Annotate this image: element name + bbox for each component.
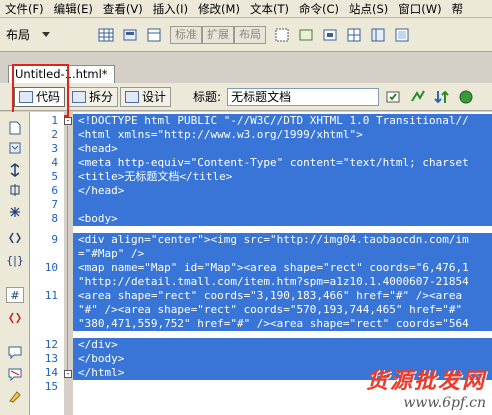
line-number: 13: [44, 352, 58, 365]
grid-icon[interactable]: [345, 26, 363, 44]
design-view-icon: [125, 90, 140, 103]
code-line: </body>: [73, 352, 492, 366]
expand-all-icon[interactable]: [6, 204, 24, 220]
title-label: 标题:: [193, 90, 222, 104]
line-number: 6: [51, 184, 58, 197]
code-line: <html xmlns="http://www.w3.org/1999/xhtm…: [73, 128, 492, 142]
show-code-navigator-icon[interactable]: [6, 140, 24, 156]
layout-toolbar: 布局 标准 扩展 布局: [0, 18, 492, 52]
code-line: <area shape="rect" coords="3,190,183,466…: [73, 289, 492, 303]
select-parent-tag-icon[interactable]: [6, 230, 24, 246]
code-line: </div>: [73, 338, 492, 352]
line-number: 15: [44, 380, 58, 393]
document-tab[interactable]: Untitled-1.html*: [8, 65, 115, 83]
code-line: </head>: [73, 184, 492, 198]
line-number: 8: [51, 212, 58, 225]
code-line: <body>: [73, 212, 492, 226]
code-line: "#" /><area shape="rect" coords="570,193…: [73, 303, 492, 317]
menu-site[interactable]: 站点(S): [344, 0, 393, 18]
line-number: 2: [51, 128, 58, 141]
draw-cell-icon[interactable]: [321, 26, 339, 44]
frame-icon[interactable]: [273, 26, 291, 44]
line-number: 9: [51, 233, 58, 246]
line-number: 1: [51, 114, 58, 127]
code-line: <div align="center"><img src="http://img…: [73, 233, 492, 247]
draw-table-icon[interactable]: [297, 26, 315, 44]
browser-check-icon[interactable]: [385, 88, 403, 106]
chevron-down-icon[interactable]: [37, 26, 55, 44]
globe-icon[interactable]: [457, 88, 475, 106]
split-view-button[interactable]: 拆分: [67, 86, 119, 107]
standard-view-button[interactable]: 标准: [170, 25, 203, 44]
balance-braces-icon[interactable]: {|}: [6, 252, 24, 268]
document-toolbar: 代码 拆分 设计 标题:: [0, 83, 492, 111]
line-number-gutter: 1 2 3 4 5 6 7 8 9 10 11 12 13 14 15: [30, 112, 64, 415]
line-number: 12: [44, 338, 58, 351]
menu-file[interactable]: 文件(F): [0, 0, 49, 18]
menu-window[interactable]: 窗口(W): [393, 0, 446, 18]
code-line: "http://detail.tmall.com/item.htm?spm=a1…: [73, 275, 492, 289]
code-view-label: 代码: [36, 90, 61, 104]
line-number: 3: [51, 142, 58, 155]
line-number: 10: [44, 261, 58, 274]
view-mode-group: 标准 扩展 布局: [170, 25, 267, 44]
split-view-icon: [72, 90, 87, 103]
layout-category-label[interactable]: 布局: [6, 26, 30, 43]
menu-text[interactable]: 文本(T): [245, 0, 294, 18]
code-line: </html>: [73, 366, 492, 380]
coding-toolbar: {|} #: [0, 112, 30, 415]
file-transfer-icon[interactable]: [433, 88, 451, 106]
design-view-button[interactable]: 设计: [120, 86, 172, 107]
line-number: 5: [51, 170, 58, 183]
collapse-selection-icon[interactable]: [6, 182, 24, 198]
spry-icon[interactable]: [393, 26, 411, 44]
menu-bar: 文件(F) 编辑(E) 查看(V) 插入(I) 修改(M) 文本(T) 命令(C…: [0, 0, 492, 18]
wrap-tag-icon[interactable]: [6, 388, 24, 404]
menu-edit[interactable]: 编辑(E): [49, 0, 98, 18]
frameset-icon[interactable]: [369, 26, 387, 44]
fold-guide: [67, 126, 68, 372]
preview-icon[interactable]: [409, 88, 427, 106]
code-line: "380,471,559,752" href="#" /><area shape…: [73, 317, 492, 331]
code-line: <map name="Map" id="Map"><area shape="re…: [73, 261, 492, 275]
line-numbers-icon[interactable]: #: [6, 287, 24, 303]
menu-insert[interactable]: 插入(I): [148, 0, 193, 18]
div-icon[interactable]: [145, 26, 163, 44]
remove-comment-icon[interactable]: [6, 366, 24, 382]
code-line: [73, 198, 492, 212]
collapse-full-tag-icon[interactable]: [6, 162, 24, 178]
code-line: ="#Map" />: [73, 247, 492, 261]
fold-marker[interactable]: -: [64, 117, 72, 125]
table-icon[interactable]: [97, 26, 115, 44]
expanded-view-button[interactable]: 扩展: [202, 25, 235, 44]
open-documents-icon[interactable]: [6, 120, 24, 136]
document-tab-bar: Untitled-1.html*: [0, 53, 492, 83]
code-line: <head>: [73, 142, 492, 156]
layout-view-button[interactable]: 布局: [234, 25, 267, 44]
design-view-label: 设计: [142, 90, 167, 104]
highlight-invalid-code-icon[interactable]: [6, 310, 24, 326]
code-line: <title>无标题文档</title>: [73, 170, 492, 184]
line-number: 11: [44, 289, 58, 302]
title-input[interactable]: [227, 87, 380, 106]
line-number: 14: [44, 366, 58, 379]
code-line: <!DOCTYPE html PUBLIC "-//W3C//DTD XHTML…: [73, 114, 492, 128]
menu-view[interactable]: 查看(V): [98, 0, 148, 18]
split-view-label: 拆分: [89, 90, 114, 104]
menu-commands[interactable]: 命令(C): [294, 0, 344, 18]
apply-comment-icon[interactable]: [6, 344, 24, 360]
code-view-icon: [19, 90, 33, 103]
line-number: 4: [51, 156, 58, 169]
menu-help[interactable]: 帮: [447, 0, 469, 18]
menu-modify[interactable]: 修改(M): [193, 0, 245, 18]
code-editor[interactable]: <!DOCTYPE html PUBLIC "-//W3C//DTD XHTML…: [73, 112, 492, 415]
line-number: 7: [51, 198, 58, 211]
code-view-button[interactable]: 代码: [14, 86, 66, 107]
layer-icon[interactable]: [121, 26, 139, 44]
code-line: <meta http-equiv="Content-Type" content=…: [73, 156, 492, 170]
fold-marker[interactable]: -: [64, 370, 72, 378]
